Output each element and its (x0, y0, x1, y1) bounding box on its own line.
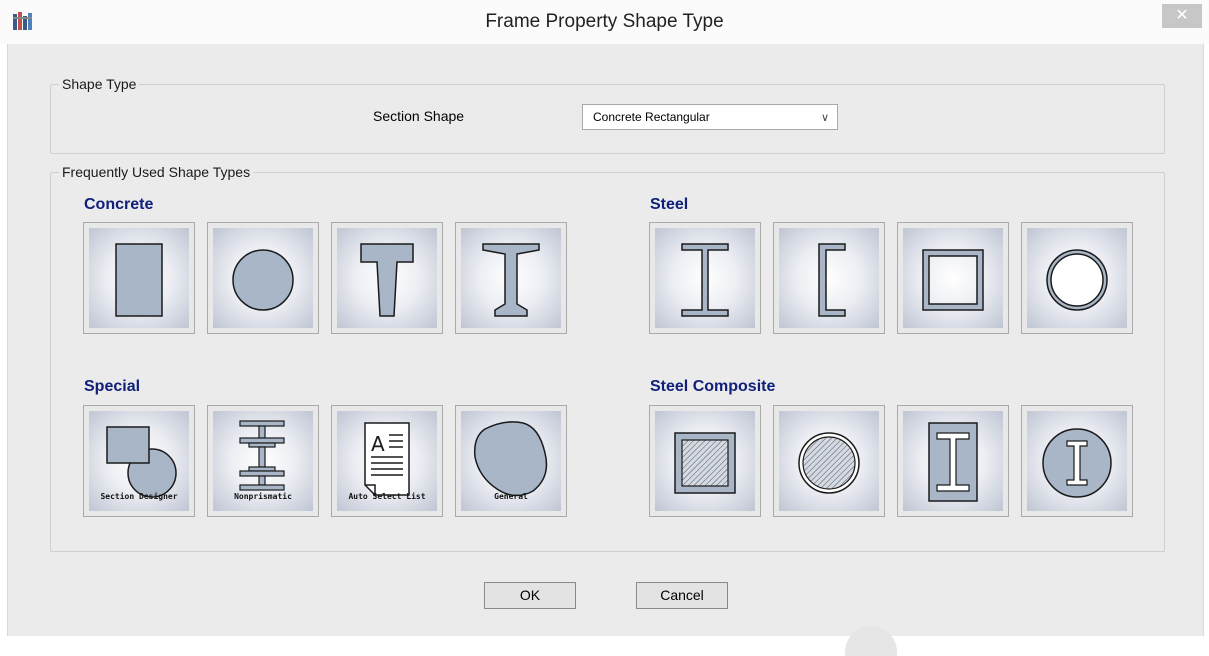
concrete-precast-i-button[interactable] (455, 222, 567, 334)
concrete-group-title: Concrete (84, 196, 154, 213)
shape-type-legend: Shape Type (59, 76, 140, 92)
steel-channel-icon (818, 243, 846, 317)
ok-button[interactable]: OK (484, 582, 576, 609)
steel-composite-group-title: Steel Composite (650, 378, 776, 395)
general-caption: General (494, 492, 528, 501)
general-section-button[interactable]: General (455, 405, 567, 517)
encased-rectangle-button[interactable] (897, 405, 1009, 517)
concrete-rectangular-button[interactable] (83, 222, 195, 334)
title-bar: Frame Property Shape Type ✕ (0, 0, 1209, 44)
auto-select-list-caption: Auto Select List (348, 492, 426, 501)
svg-text:A: A (371, 432, 385, 456)
frequent-shapes-legend: Frequently Used Shape Types (59, 164, 254, 180)
steel-group-title: Steel (650, 196, 689, 213)
filled-pipe-button[interactable] (773, 405, 885, 517)
concrete-tee-icon (360, 243, 414, 317)
special-group-title: Special (84, 378, 141, 395)
auto-select-list-button[interactable]: A Auto Select List (331, 405, 443, 517)
steel-i-wide-flange-button[interactable] (649, 222, 761, 334)
steel-tube-button[interactable] (897, 222, 1009, 334)
concrete-tee-button[interactable] (331, 222, 443, 334)
steel-i-wide-flange-icon (681, 243, 729, 317)
encased-rectangle-icon (928, 422, 978, 502)
steel-channel-button[interactable] (773, 222, 885, 334)
concrete-precast-i-icon (482, 243, 540, 317)
window-title: Frame Property Shape Type (485, 11, 724, 32)
cancel-button[interactable]: Cancel (636, 582, 728, 609)
filled-pipe-icon (798, 432, 860, 494)
window-bottom-edge (0, 636, 1209, 653)
encased-circle-icon (1042, 428, 1112, 498)
filled-tube-icon (674, 432, 736, 494)
nonprismatic-button[interactable]: Nonprismatic (207, 405, 319, 517)
section-shape-value: Concrete Rectangular (593, 110, 710, 124)
section-shape-select[interactable]: Concrete Rectangular ∨ (582, 104, 838, 130)
filled-tube-button[interactable] (649, 405, 761, 517)
section-designer-button[interactable]: Section Designer (83, 405, 195, 517)
steel-pipe-button[interactable] (1021, 222, 1133, 334)
close-button[interactable]: ✕ (1162, 4, 1202, 28)
nonprismatic-caption: Nonprismatic (234, 492, 292, 501)
encased-circle-button[interactable] (1021, 405, 1133, 517)
steel-pipe-icon (1046, 249, 1108, 311)
chevron-down-icon: ∨ (821, 112, 830, 124)
section-shape-label: Section Shape (373, 108, 465, 124)
concrete-rectangular-icon (115, 243, 163, 317)
steel-tube-icon (922, 249, 984, 311)
concrete-circle-icon (232, 249, 294, 311)
concrete-circle-button[interactable] (207, 222, 319, 334)
section-designer-caption: Section Designer (100, 492, 178, 501)
